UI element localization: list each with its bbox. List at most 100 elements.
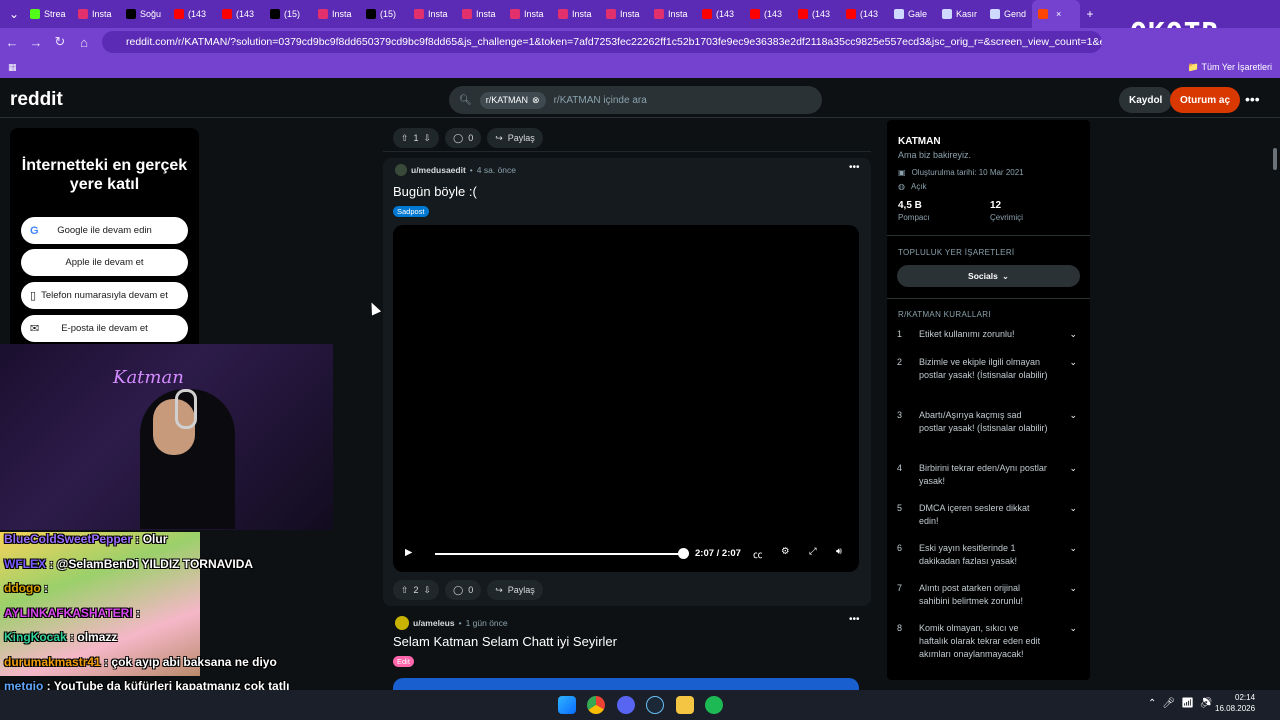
browser-tab[interactable]: Kasır [936, 0, 984, 28]
url-field[interactable]: reddit.com/r/KATMAN/?solution=0379cd9bc9… [102, 31, 1102, 53]
email-login-button[interactable]: ✉ E-posta ile devam et [21, 315, 188, 342]
share-button[interactable]: ↪ Paylaş [487, 128, 543, 148]
browser-tab[interactable]: × [1032, 0, 1080, 28]
rule-number: 8 [897, 623, 903, 633]
browser-tab[interactable]: (143 [792, 0, 840, 28]
browser-tab[interactable]: (143 [696, 0, 744, 28]
close-tab-icon[interactable]: × [1056, 9, 1061, 19]
page-scrollbar[interactable] [1270, 120, 1280, 680]
discord-icon[interactable] [617, 696, 635, 714]
file-explorer-icon[interactable] [676, 696, 694, 714]
play-icon[interactable]: ▶ [405, 547, 412, 558]
home-icon[interactable]: ⌂ [72, 35, 96, 50]
downvote-icon[interactable]: ⇩ [424, 585, 432, 596]
clock[interactable]: 02:14 16.08.2026 [1215, 692, 1255, 714]
back-icon[interactable]: ← [0, 35, 24, 50]
browser-tab[interactable]: Insta [552, 0, 600, 28]
video-scrubber[interactable] [678, 548, 689, 559]
apps-grid-icon[interactable]: ▦ [8, 62, 17, 73]
browser-tab[interactable]: Strea [24, 0, 72, 28]
chevron-down-icon[interactable]: ⌄ [1069, 462, 1077, 488]
search-input[interactable]: 🔍︎ r/KATMAN ⊗ r/KATMAN içinde ara [449, 86, 822, 114]
windows-start-icon[interactable] [558, 696, 576, 714]
new-tab-button[interactable]: + [1080, 7, 1100, 21]
post-title[interactable]: Bugün böyle :( [393, 184, 477, 199]
browser-tab[interactable]: Soğu [120, 0, 168, 28]
browser-tab[interactable]: Insta [408, 0, 456, 28]
browser-tab[interactable]: Insta [72, 0, 120, 28]
video-progress-bar[interactable] [435, 553, 682, 555]
google-login-button[interactable]: G Google ile devam edin [21, 217, 188, 244]
fullscreen-icon[interactable]: ⤢ [809, 546, 817, 557]
steam-icon[interactable] [646, 696, 664, 714]
login-button[interactable]: Oturum aç [1170, 87, 1241, 113]
browser-tab[interactable]: Insta [648, 0, 696, 28]
vote-pill[interactable]: ⇧ 1 ⇩ [393, 128, 440, 148]
chevron-down-icon[interactable]: ⌄ [1069, 356, 1077, 382]
downvote-icon[interactable]: ⇩ [424, 133, 432, 144]
browser-tab[interactable]: Insta [504, 0, 552, 28]
browser-tab[interactable]: (143 [168, 0, 216, 28]
post-more-icon[interactable]: ••• [849, 162, 860, 173]
scrollbar-thumb[interactable] [1273, 148, 1277, 170]
signup-button[interactable]: Kaydol [1119, 87, 1173, 113]
browser-tab[interactable]: Gend [984, 0, 1032, 28]
browser-tab[interactable]: Insta [312, 0, 360, 28]
rule-item[interactable]: 2 Bizimle ve ekiple ilgili olmayan postla… [897, 356, 1077, 382]
browser-tab[interactable]: (143 [216, 0, 264, 28]
rule-item[interactable]: 4 Birbirini tekrar eden/Aynı postlar yasa… [897, 462, 1077, 488]
browser-tab[interactable]: Gale [888, 0, 936, 28]
socials-button[interactable]: Socials ⌄ [897, 265, 1080, 287]
more-options-icon[interactable]: ••• [1245, 91, 1260, 107]
x-icon [270, 9, 280, 19]
rule-item[interactable]: 3 Abartı/Aşırıya kaçmış sad postlar yasak… [897, 409, 1077, 435]
rule-item[interactable]: 7 Alıntı post atarken orijinal sahibini b… [897, 582, 1077, 608]
rule-item[interactable]: 1 Etiket kullanımı zorunlu! ⌄ [897, 328, 1077, 341]
upvote-icon[interactable]: ⇧ [401, 585, 409, 596]
chevron-down-icon[interactable]: ⌄ [1069, 582, 1077, 608]
browser-tab[interactable]: (15) [360, 0, 408, 28]
browser-tab[interactable]: Insta [456, 0, 504, 28]
settings-icon[interactable]: ⚙ [781, 546, 790, 557]
forward-icon[interactable]: → [24, 35, 48, 50]
chrome-icon[interactable] [587, 696, 605, 714]
comments-button[interactable]: ◯ 0 [445, 128, 482, 148]
subreddit-search-chip[interactable]: r/KATMAN ⊗ [479, 91, 546, 109]
post-flair[interactable]: Sadpost [393, 206, 429, 217]
spotify-icon[interactable] [705, 696, 723, 714]
chat-username: ddogo [4, 581, 41, 595]
reddit-logo[interactable]: reddit [10, 89, 63, 111]
post-author[interactable]: u/medusaedit [411, 165, 466, 175]
share-button[interactable]: ↪ Paylaş [487, 580, 543, 600]
system-tray-icons[interactable]: ⌃🎤︎📶︎🔊︎ [1148, 698, 1218, 709]
chevron-down-icon[interactable]: ⌄ [1069, 502, 1077, 528]
post-more-icon[interactable]: ••• [849, 614, 860, 625]
browser-tab[interactable]: (143 [744, 0, 792, 28]
tab-list-chevron-icon[interactable]: ⌄ [4, 7, 24, 21]
rule-item[interactable]: 8 Komik olmayan, sıkıcı ve haftalık olara… [897, 622, 1077, 661]
video-player[interactable]: ▶ 2:07 / 2:07 ㏄ ⚙ ⤢ 🔊︎ [393, 225, 859, 572]
all-bookmarks-link[interactable]: 📁 Tüm Yer İşaretleri [1188, 62, 1272, 73]
apple-login-button[interactable]: Apple ile devam et [21, 249, 188, 276]
phone-login-button[interactable]: ▯ Telefon numarasıyla devam et [21, 282, 188, 309]
captions-icon[interactable]: ㏄ [753, 547, 763, 561]
post-flair[interactable]: Edit [393, 656, 414, 667]
upvote-icon[interactable]: ⇧ [401, 133, 409, 144]
rule-item[interactable]: 5 DMCA içeren seslere dikkat edin! ⌄ [897, 502, 1077, 528]
rule-item[interactable]: 6 Eski yayın kesitlerinde 1 dakikadan faz… [897, 542, 1077, 568]
chevron-down-icon[interactable]: ⌄ [1069, 542, 1077, 568]
reload-icon[interactable]: ↻ [48, 34, 72, 50]
bookmarks-section-title: TOPLULUK YER İŞARETLERİ [898, 248, 1015, 257]
chevron-down-icon[interactable]: ⌄ [1069, 409, 1077, 435]
chevron-down-icon[interactable]: ⌄ [1069, 622, 1077, 661]
browser-tab[interactable]: Insta [600, 0, 648, 28]
post-title[interactable]: Selam Katman Selam Chatt iyi Seyirler [393, 634, 617, 649]
comments-button[interactable]: ◯ 0 [445, 580, 482, 600]
browser-tab[interactable]: (15) [264, 0, 312, 28]
browser-tab[interactable]: (143 [840, 0, 888, 28]
volume-icon[interactable]: 🔊︎ [836, 546, 842, 557]
chip-close-icon[interactable]: ⊗ [532, 95, 540, 106]
chevron-down-icon[interactable]: ⌄ [1069, 328, 1077, 341]
post-card[interactable]: u/medusaedit • 4 sa. önce ••• Bugün böyle … [383, 158, 871, 606]
vote-pill[interactable]: ⇧ 2 ⇩ [393, 580, 440, 600]
